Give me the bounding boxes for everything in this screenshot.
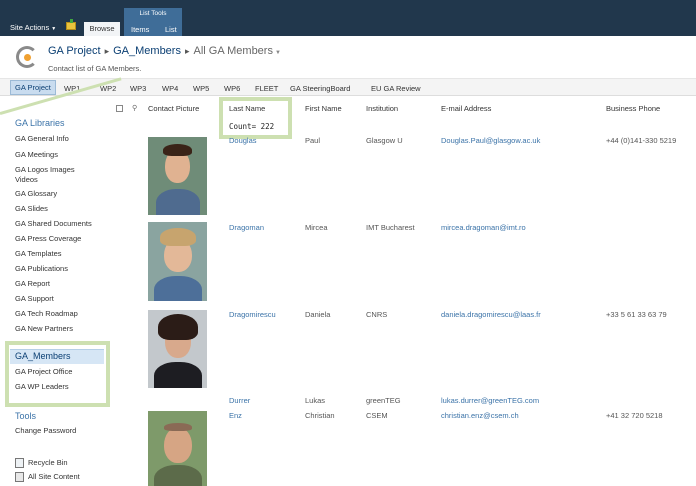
cell-institution: IMT Bucharest	[366, 223, 415, 232]
chevron-down-icon: ▼	[51, 26, 57, 32]
contact-picture[interactable]	[148, 411, 207, 486]
ql-item-ga-tech-roadmap[interactable]: GA Tech Roadmap	[15, 309, 78, 319]
cell-first-name: Christian	[305, 411, 335, 420]
column-header-business-phone[interactable]: Business Phone	[606, 104, 660, 113]
cell-last-name[interactable]: Douglas	[229, 136, 257, 145]
topnav-wp6[interactable]: WP6	[224, 84, 240, 93]
topnav-ga-steeringboard[interactable]: GA SteeringBoard	[290, 84, 350, 93]
ql-item-ga-new-partners[interactable]: GA New Partners	[15, 324, 73, 334]
tab-list[interactable]: List	[165, 25, 177, 34]
contact-picture[interactable]	[148, 222, 207, 301]
ql-item-recycle-bin[interactable]: Recycle Bin	[28, 458, 68, 468]
navigate-up-icon[interactable]	[66, 19, 76, 30]
ql-item-all-site-content[interactable]: All Site Content	[28, 472, 80, 482]
ql-heading-tools[interactable]: Tools	[15, 411, 36, 421]
cell-institution: Glasgow U	[366, 136, 403, 145]
ql-item-videos[interactable]: Videos	[15, 175, 38, 185]
topnav-ga-project[interactable]: GA Project	[10, 80, 56, 95]
cell-institution: CSEM	[366, 411, 388, 420]
cell-last-name[interactable]: Dragoman	[229, 223, 264, 232]
cell-last-name[interactable]: Enz	[229, 411, 242, 420]
site-content-icon	[15, 472, 24, 482]
site-actions-menu[interactable]: Site Actions ▼	[10, 23, 56, 32]
ql-item-ga-press-coverage[interactable]: GA Press Coverage	[15, 234, 81, 244]
list-description: Contact list of GA Members.	[48, 64, 142, 73]
view-selector[interactable]: All GA Members	[194, 45, 273, 57]
ql-heading-ga-libraries[interactable]: GA Libraries	[15, 118, 65, 128]
cell-institution: greenTEG	[366, 396, 401, 405]
highlight-box-count	[219, 97, 292, 139]
column-header-email[interactable]: E-mail Address	[441, 104, 491, 113]
list-tools-label: List Tools	[139, 10, 167, 17]
ql-item-ga-general-info[interactable]: GA General Info	[15, 134, 69, 144]
cell-email[interactable]: daniela.dragomirescu@laas.fr	[441, 310, 541, 319]
cell-first-name: Paul	[305, 136, 321, 145]
cell-last-name[interactable]: Dragomirescu	[229, 310, 276, 319]
breadcrumb: GA Project ▸ GA_Members ▸ All GA Members ▼	[48, 45, 281, 57]
ql-item-ga-glossary[interactable]: GA Glossary	[15, 189, 57, 199]
contact-picture[interactable]	[148, 137, 207, 215]
recycle-bin-icon	[15, 458, 24, 468]
topnav-eu-ga-review[interactable]: EU GA Review	[371, 84, 421, 93]
ql-item-ga-report[interactable]: GA Report	[15, 279, 50, 289]
highlight-box-members	[5, 341, 110, 407]
cell-email[interactable]: christian.enz@csem.ch	[441, 411, 519, 420]
column-header-institution[interactable]: Institution	[366, 104, 398, 113]
breadcrumb-list-link[interactable]: GA_Members	[113, 45, 181, 57]
ql-item-ga-shared-documents[interactable]: GA Shared Documents	[15, 219, 92, 229]
breadcrumb-site-link[interactable]: GA Project	[48, 45, 101, 57]
ql-item-change-password[interactable]: Change Password	[15, 426, 76, 436]
site-logo-dot	[24, 54, 31, 61]
topnav-wp3[interactable]: WP3	[130, 84, 146, 93]
topnav-wp4[interactable]: WP4	[162, 84, 178, 93]
chevron-down-icon[interactable]: ▼	[275, 50, 281, 56]
cell-first-name: Daniela	[305, 310, 331, 319]
breadcrumb-arrow-icon: ▸	[184, 46, 190, 56]
cell-last-name[interactable]: Durrer	[229, 396, 250, 405]
tab-browse[interactable]: Browse	[84, 22, 120, 36]
tab-items[interactable]: Items	[131, 25, 149, 34]
column-header-first-name[interactable]: First Name	[305, 104, 342, 113]
cell-first-name: Mircea	[305, 223, 328, 232]
ql-item-ga-support[interactable]: GA Support	[15, 294, 54, 304]
ql-item-ga-publications[interactable]: GA Publications	[15, 264, 68, 274]
top-navigation: GA Project WP1 WP2 WP3 WP4 WP5 WP6 FLEET…	[0, 78, 696, 96]
select-all-checkbox[interactable]	[116, 105, 123, 112]
cell-email[interactable]: lukas.durrer@greenTEG.com	[441, 396, 539, 405]
ql-item-ga-templates[interactable]: GA Templates	[15, 249, 62, 259]
topnav-fleet[interactable]: FLEET	[255, 84, 278, 93]
cell-phone: +41 32 720 5218	[606, 411, 663, 420]
cell-first-name: Lukas	[305, 396, 326, 405]
ql-item-ga-slides[interactable]: GA Slides	[15, 204, 48, 214]
breadcrumb-arrow-icon: ▸	[104, 46, 110, 56]
cell-phone: +33 5 61 33 63 79	[606, 310, 667, 319]
topnav-wp5[interactable]: WP5	[193, 84, 209, 93]
cell-institution: CNRS	[366, 310, 388, 319]
cell-email[interactable]: Douglas.Paul@glasgow.ac.uk	[441, 136, 540, 145]
column-header-contact-picture[interactable]: Contact Picture	[148, 104, 199, 113]
attachment-icon: ⚲	[132, 105, 138, 112]
ql-item-ga-meetings[interactable]: GA Meetings	[15, 150, 58, 160]
site-actions-label: Site Actions	[10, 23, 50, 32]
ql-item-ga-logos-images[interactable]: GA Logos Images	[15, 165, 75, 175]
cell-email[interactable]: mircea.dragoman@imt.ro	[441, 223, 526, 232]
contact-picture[interactable]	[148, 310, 207, 388]
cell-phone: +44 (0)141-330 5219	[606, 136, 677, 145]
